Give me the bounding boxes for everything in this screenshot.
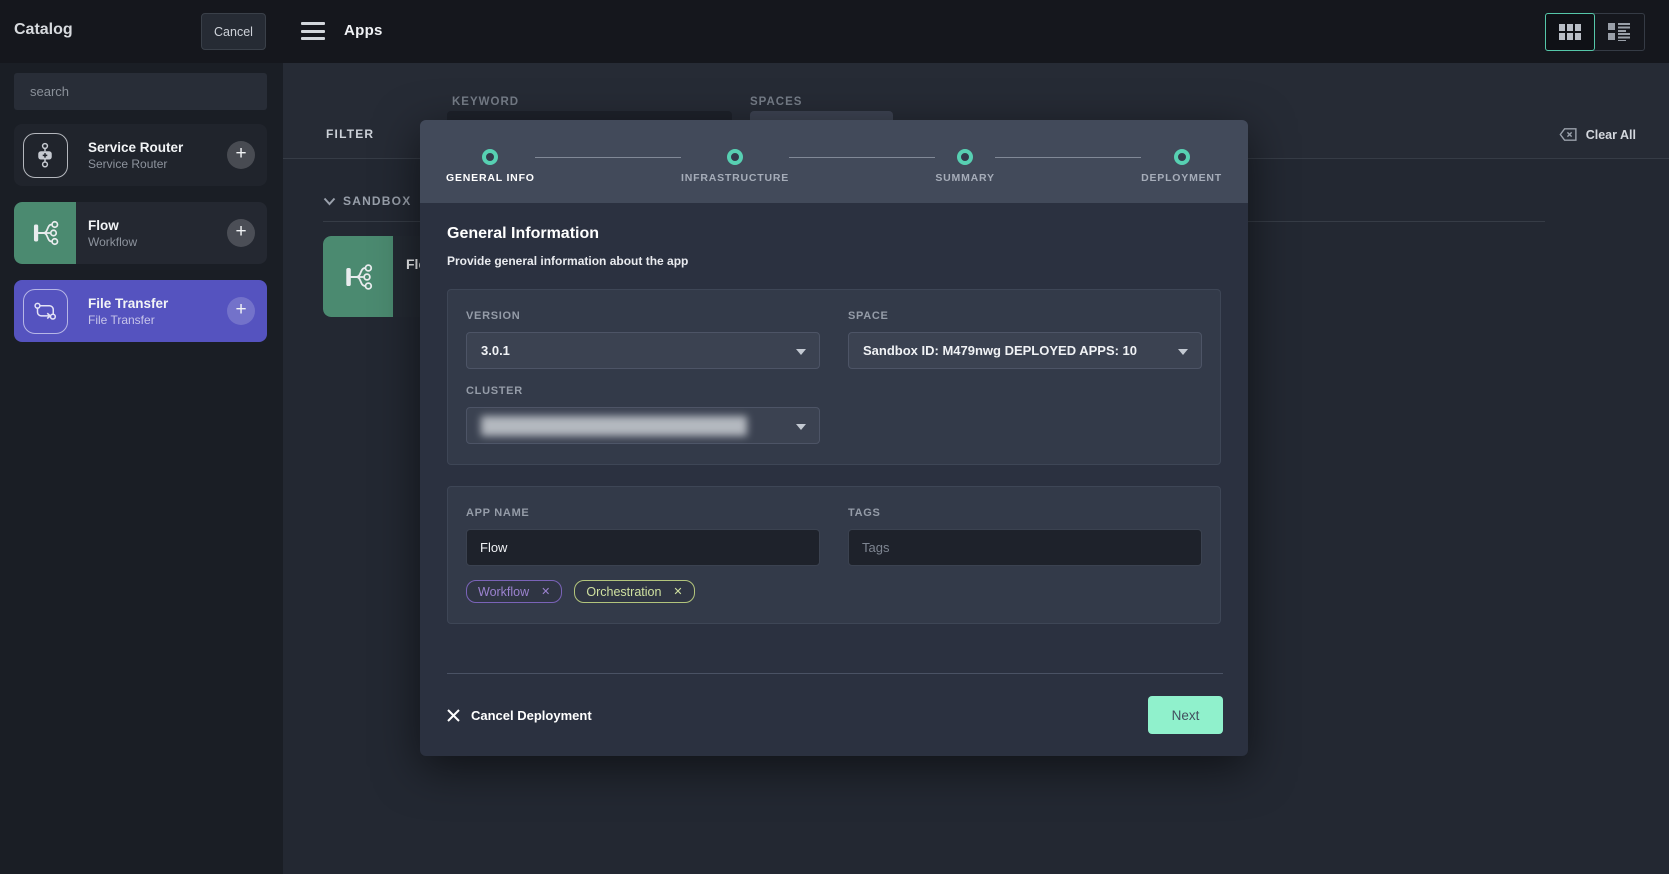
step-indicator <box>1174 149 1190 165</box>
step-indicator <box>957 149 973 165</box>
name-tags-panel: APP NAME TAGS Workflow ✕ Orchestration ✕ <box>447 486 1221 624</box>
caret-down-icon <box>796 349 806 355</box>
page-title: Apps <box>344 22 383 39</box>
list-view-icon <box>1608 23 1630 41</box>
clear-icon <box>1554 126 1578 143</box>
file-transfer-icon <box>14 280 76 342</box>
sidebar-item-subtitle: File Transfer <box>88 313 227 327</box>
grid-view-button[interactable] <box>1545 13 1595 51</box>
app-name-input[interactable] <box>466 529 820 566</box>
step-connector <box>789 157 935 158</box>
deploy-app-modal: GENERAL INFO INFRASTRUCTURE SUMMARY DEPL… <box>420 120 1248 756</box>
step-infrastructure[interactable]: INFRASTRUCTURE <box>681 149 789 184</box>
view-toggle-group <box>1545 13 1645 51</box>
step-connector <box>995 157 1141 158</box>
flow-icon <box>323 236 393 317</box>
tags-input[interactable] <box>848 529 1202 566</box>
space-select[interactable]: Sandbox ID: M479nwg DEPLOYED APPS: 10 <box>848 332 1202 369</box>
redacted-cluster-value <box>481 416 747 436</box>
step-summary[interactable]: SUMMARY <box>935 149 994 184</box>
grid-view-icon <box>1559 24 1581 40</box>
top-bar: Catalog Cancel Apps <box>0 0 1669 63</box>
sidebar-item-title: Flow <box>88 218 227 233</box>
version-space-panel: VERSION 3.0.1 SPACE Sandbox ID: M479nwg … <box>447 289 1221 465</box>
flow-icon <box>14 202 76 264</box>
remove-tag-icon[interactable]: ✕ <box>541 585 550 598</box>
add-flow-button[interactable]: + <box>227 219 255 247</box>
filter-label: FILTER <box>326 127 374 141</box>
clear-all-button[interactable]: Clear All <box>1554 126 1636 143</box>
chevron-down-icon <box>323 197 336 206</box>
wizard-subtitle: Provide general information about the ap… <box>447 254 1221 268</box>
step-connector <box>535 157 681 158</box>
menu-icon[interactable] <box>301 22 325 40</box>
tags-label: TAGS <box>848 507 1202 519</box>
catalog-sidebar: Service Router Service Router + Flow Wor… <box>0 63 283 874</box>
add-file-transfer-button[interactable]: + <box>227 297 255 325</box>
close-icon <box>447 709 460 722</box>
cluster-select[interactable] <box>466 407 820 444</box>
keyword-label: KEYWORD <box>452 96 519 108</box>
caret-down-icon <box>796 424 806 430</box>
list-view-button[interactable] <box>1594 14 1644 50</box>
step-deployment[interactable]: DEPLOYMENT <box>1141 149 1222 184</box>
step-indicator <box>482 149 498 165</box>
cluster-label: CLUSTER <box>466 385 820 397</box>
spaces-label: SPACES <box>750 96 802 108</box>
wizard-stepper: GENERAL INFO INFRASTRUCTURE SUMMARY DEPL… <box>420 120 1248 203</box>
wizard-footer: Cancel Deployment Next <box>447 673 1223 756</box>
wizard-title: General Information <box>447 225 1221 243</box>
step-indicator <box>727 149 743 165</box>
step-general-info[interactable]: GENERAL INFO <box>446 149 535 184</box>
add-service-router-button[interactable]: + <box>227 141 255 169</box>
space-label: SPACE <box>848 310 1202 322</box>
version-select[interactable]: 3.0.1 <box>466 332 820 369</box>
caret-down-icon <box>1178 349 1188 355</box>
cancel-deployment-button[interactable]: Cancel Deployment <box>447 708 592 723</box>
remove-tag-icon[interactable]: ✕ <box>673 585 682 598</box>
sandbox-section-header[interactable]: SANDBOX <box>323 194 411 208</box>
sandbox-section-label: SANDBOX <box>343 194 411 208</box>
version-label: VERSION <box>466 310 820 322</box>
sidebar-item-file-transfer[interactable]: File Transfer File Transfer + <box>14 280 267 342</box>
catalog-cancel-button[interactable]: Cancel <box>201 13 266 50</box>
sidebar-item-title: Service Router <box>88 140 227 155</box>
sidebar-item-subtitle: Service Router <box>88 157 227 171</box>
sidebar-item-flow[interactable]: Flow Workflow + <box>14 202 267 264</box>
tag-chip-orchestration[interactable]: Orchestration ✕ <box>574 580 694 603</box>
next-button[interactable]: Next <box>1148 696 1223 734</box>
app-name-label: APP NAME <box>466 507 820 519</box>
sidebar-item-service-router[interactable]: Service Router Service Router + <box>14 124 267 186</box>
search-input[interactable] <box>14 73 267 110</box>
catalog-title: Catalog <box>14 21 73 39</box>
tag-chip-workflow[interactable]: Workflow ✕ <box>466 580 562 603</box>
sidebar-item-title: File Transfer <box>88 296 227 311</box>
service-router-icon <box>14 124 76 186</box>
sidebar-item-subtitle: Workflow <box>88 235 227 249</box>
